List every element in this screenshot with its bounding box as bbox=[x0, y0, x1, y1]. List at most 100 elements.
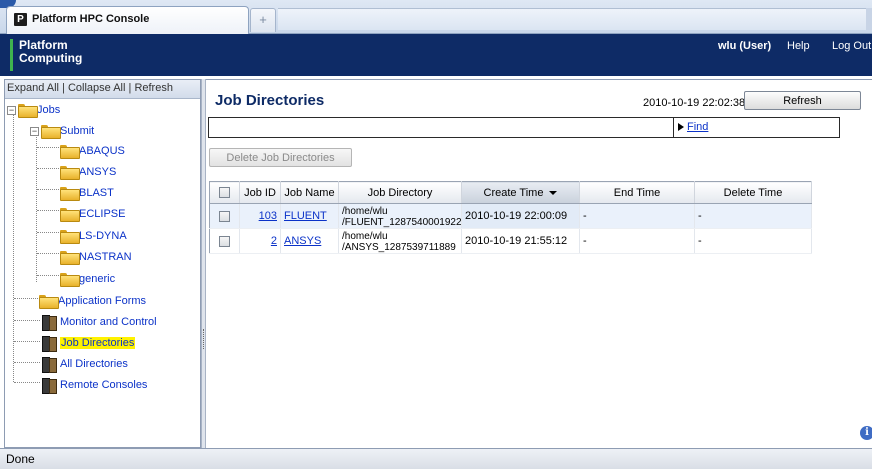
tree-node-label[interactable]: generic bbox=[79, 273, 115, 285]
delete-time-cell: - bbox=[694, 203, 812, 229]
sort-descending-icon bbox=[549, 190, 558, 195]
tree-node-eclipse[interactable]: ECLIPSE bbox=[60, 206, 125, 223]
tree-node-label[interactable]: LS-DYNA bbox=[79, 230, 127, 242]
tree-node-application-forms[interactable]: Application Forms bbox=[39, 293, 146, 310]
new-tab-button[interactable]: + bbox=[250, 8, 276, 32]
row-select-cell bbox=[209, 203, 240, 229]
job-directories-table: Job ID Job Name Job Directory Create Tim… bbox=[209, 181, 812, 254]
column-header-job-name[interactable]: Job Name bbox=[280, 181, 339, 204]
end-time-cell: - bbox=[579, 203, 695, 229]
tree-connector bbox=[14, 341, 40, 342]
logo-line-2: Computing bbox=[19, 51, 83, 65]
open-folder-icon bbox=[41, 125, 61, 140]
folder-icon bbox=[60, 208, 80, 223]
find-link[interactable]: Find bbox=[687, 121, 708, 133]
tree-node-label[interactable]: Monitor and Control bbox=[60, 316, 157, 328]
job-name-cell: FLUENT bbox=[280, 203, 339, 229]
tree-node-generic[interactable]: generic bbox=[60, 271, 115, 288]
tab-strip-background bbox=[278, 8, 868, 30]
tree-node-label[interactable]: All Directories bbox=[60, 358, 128, 370]
tree-connector bbox=[37, 147, 59, 148]
row-checkbox[interactable] bbox=[219, 210, 230, 222]
job-id-link[interactable]: 103 bbox=[259, 210, 277, 222]
tree-node-ansys[interactable]: ANSYS bbox=[60, 164, 116, 181]
column-header-create-time[interactable]: Create Time bbox=[461, 181, 580, 204]
job-directory-cell: /home/wlu/FLUENT_1287540001922 bbox=[338, 203, 462, 229]
folder-icon bbox=[60, 145, 80, 160]
tree-node-label[interactable]: Submit bbox=[60, 125, 94, 137]
platform-computing-logo: Platform Computing bbox=[10, 39, 100, 71]
tree-node-label[interactable]: NASTRAN bbox=[79, 251, 132, 263]
tree-connector bbox=[37, 210, 59, 211]
logout-link[interactable]: Log Out bbox=[832, 40, 871, 52]
help-link[interactable]: Help bbox=[787, 40, 810, 52]
toolbar-separator: | bbox=[62, 82, 65, 94]
column-header-end-time[interactable]: End Time bbox=[579, 181, 695, 204]
tree-node-submit[interactable]: − Submit bbox=[30, 123, 94, 140]
tree-node-blast[interactable]: BLAST bbox=[60, 185, 114, 202]
navigation-tree-panel: Expand All | Collapse All | Refresh − Job… bbox=[4, 79, 201, 448]
tree-refresh-link[interactable]: Refresh bbox=[134, 82, 173, 94]
tree-connector bbox=[37, 253, 59, 254]
books-icon bbox=[41, 336, 57, 353]
column-header-job-id[interactable]: Job ID bbox=[239, 181, 281, 204]
tree-node-nastran[interactable]: NASTRAN bbox=[60, 249, 132, 266]
tree-node-label[interactable]: ANSYS bbox=[79, 166, 116, 178]
tree-node-label[interactable]: ECLIPSE bbox=[79, 208, 125, 220]
column-header-job-directory[interactable]: Job Directory bbox=[338, 181, 462, 204]
app-header: Platform Computing wlu (User) Help Log O… bbox=[0, 34, 872, 76]
books-icon bbox=[41, 378, 57, 395]
expand-triangle-icon[interactable] bbox=[678, 123, 684, 132]
collapse-toggle-icon[interactable]: − bbox=[7, 105, 16, 115]
dir-line-1: /home/wlu bbox=[342, 205, 388, 217]
tree-node-monitor-and-control[interactable]: Monitor and Control bbox=[41, 314, 157, 332]
tree-node-ls-dyna[interactable]: LS-DYNA bbox=[60, 228, 127, 245]
tree-node-all-directories[interactable]: All Directories bbox=[41, 356, 128, 374]
toolbar-separator: | bbox=[128, 82, 132, 94]
delete-time-cell: - bbox=[694, 228, 812, 254]
select-all-header[interactable] bbox=[209, 181, 240, 204]
tree-connector bbox=[37, 275, 59, 276]
collapse-toggle-icon[interactable]: − bbox=[30, 126, 39, 136]
tab-scroll-right[interactable] bbox=[866, 8, 872, 30]
status-text: Done bbox=[6, 452, 35, 466]
delete-job-directories-button[interactable]: Delete Job Directories bbox=[209, 148, 352, 167]
tree-node-label[interactable]: Jobs bbox=[37, 104, 60, 116]
row-select-cell bbox=[209, 228, 240, 254]
tree-node-abaqus[interactable]: ABAQUS bbox=[60, 143, 125, 160]
dir-line-2: /FLUENT_1287540001922 bbox=[342, 216, 462, 228]
tree-node-label-selected[interactable]: Job Directories bbox=[60, 337, 136, 349]
tree-connector bbox=[14, 320, 40, 321]
tree-node-remote-consoles[interactable]: Remote Consoles bbox=[41, 377, 147, 395]
tree-connector bbox=[14, 362, 40, 363]
job-name-link[interactable]: ANSYS bbox=[284, 235, 321, 247]
job-name-link[interactable]: FLUENT bbox=[284, 210, 327, 222]
tree-connector bbox=[37, 189, 59, 190]
splitter-grip[interactable] bbox=[203, 329, 205, 349]
collapse-all-link[interactable]: Collapse All bbox=[68, 82, 125, 94]
page-title: Job Directories bbox=[215, 92, 325, 109]
column-header-label: Create Time bbox=[483, 186, 544, 199]
tree-node-label[interactable]: ABAQUS bbox=[79, 145, 125, 157]
job-id-cell: 2 bbox=[239, 228, 281, 254]
column-header-delete-time[interactable]: Delete Time bbox=[694, 181, 812, 204]
tab-title: Platform HPC Console bbox=[32, 13, 150, 25]
expand-all-link[interactable]: Expand All bbox=[7, 82, 59, 94]
select-all-checkbox[interactable] bbox=[219, 187, 230, 199]
job-id-link[interactable]: 2 bbox=[271, 235, 277, 247]
table-row[interactable]: 103 FLUENT /home/wlu/FLUENT_128754000192… bbox=[209, 203, 812, 229]
refresh-button[interactable]: Refresh bbox=[744, 91, 861, 110]
tree-node-jobs[interactable]: − Jobs bbox=[7, 102, 60, 119]
folder-icon bbox=[60, 273, 80, 288]
tree-node-job-directories[interactable]: Job Directories bbox=[41, 335, 136, 353]
tree-node-label[interactable]: Application Forms bbox=[58, 295, 146, 307]
current-user: wlu (User) bbox=[718, 40, 772, 52]
row-checkbox[interactable] bbox=[219, 235, 230, 247]
job-id-cell: 103 bbox=[239, 203, 281, 229]
tab-platform-hpc-console[interactable]: P Platform HPC Console bbox=[6, 6, 249, 34]
find-toggle[interactable]: Find bbox=[673, 117, 840, 138]
table-row[interactable]: 2 ANSYS /home/wlu/ANSYS_1287539711889 20… bbox=[209, 228, 812, 254]
info-icon[interactable]: i bbox=[860, 426, 872, 440]
tree-node-label[interactable]: BLAST bbox=[79, 187, 114, 199]
tree-node-label[interactable]: Remote Consoles bbox=[60, 379, 147, 391]
